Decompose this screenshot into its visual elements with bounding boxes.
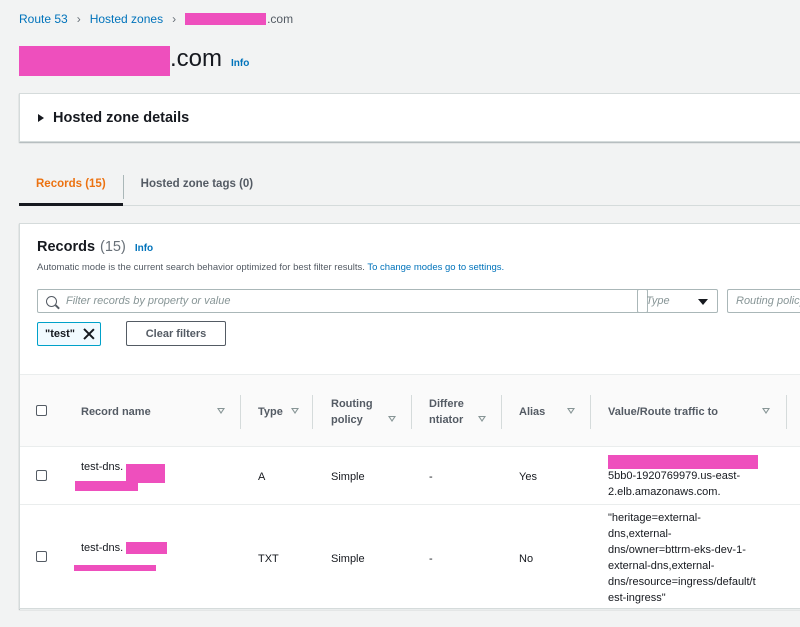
column-divider (312, 395, 313, 429)
breadcrumb-route53-link[interactable]: Route 53 (19, 12, 68, 26)
column-header-differentiator[interactable]: Differe ntiator (429, 375, 464, 448)
caret-right-icon (38, 113, 44, 122)
tabs: Records (15) Hosted zone tags (0) (19, 168, 800, 206)
record-name-cell[interactable]: test-dns. (75, 459, 231, 495)
sort-icon[interactable] (478, 416, 486, 422)
breadcrumb-hosted-zones-link[interactable]: Hosted zones (90, 12, 163, 26)
column-divider (501, 395, 502, 429)
type-select[interactable]: Type (637, 289, 718, 313)
clear-filters-button[interactable]: Clear filters (126, 321, 226, 346)
sort-icon[interactable] (388, 416, 396, 422)
redaction-block (75, 481, 138, 491)
records-header: Records (15) Info (37, 239, 153, 255)
search-field[interactable] (37, 289, 648, 313)
close-icon[interactable] (83, 328, 95, 340)
redaction-block (74, 565, 156, 571)
records-title: Records (37, 239, 96, 255)
info-link[interactable]: Info (135, 243, 153, 254)
change-modes-link[interactable]: To change modes go to settings. (367, 262, 504, 273)
redaction-block (19, 46, 170, 76)
row-checkbox[interactable] (36, 470, 47, 481)
column-header-record-name[interactable]: Record name (81, 375, 151, 448)
records-panel: Records (15) Info Automatic mode is the … (19, 223, 800, 610)
sort-icon[interactable] (762, 408, 770, 414)
records-description: Automatic mode is the current search beh… (37, 262, 505, 273)
search-input[interactable] (66, 295, 626, 307)
caret-down-icon (698, 299, 708, 305)
row-checkbox[interactable] (36, 551, 47, 562)
hosted-zone-details-panel[interactable]: Hosted zone details (19, 93, 800, 142)
type-cell: TXT (258, 553, 279, 565)
search-icon (46, 295, 57, 307)
column-header-value[interactable]: Value/Route traffic to (608, 375, 718, 448)
records-count: (15) (100, 239, 126, 255)
sort-icon[interactable] (567, 408, 575, 414)
sort-icon[interactable] (291, 408, 299, 414)
table-header: Record name Type Routing policy Differe … (20, 374, 800, 447)
differentiator-cell: - (429, 553, 433, 565)
redaction-block (126, 542, 167, 554)
sort-icon[interactable] (217, 408, 225, 414)
info-link[interactable]: Info (231, 58, 249, 69)
column-header-alias[interactable]: Alias (519, 375, 545, 448)
redaction-block (608, 455, 758, 469)
differentiator-cell: - (429, 471, 433, 483)
column-divider (590, 395, 591, 429)
value-cell: 5bb0-1920769979.us-east- 2.elb.amazonaws… (608, 454, 788, 500)
type-cell: A (258, 471, 266, 483)
table-row[interactable]: test-dns. A Simple - Yes 5bb0-1920769979… (20, 447, 800, 505)
routing-cell: Simple (331, 553, 365, 565)
breadcrumb-current-zone: .com (185, 12, 293, 26)
tab-records[interactable]: Records (15) (19, 168, 123, 206)
chevron-right-icon: › (172, 12, 177, 26)
select-all-checkbox[interactable] (36, 405, 47, 416)
column-header-routing-policy[interactable]: Routing policy (331, 375, 373, 448)
column-divider (411, 395, 412, 429)
breadcrumb: Route 53 › Hosted zones › .com (19, 12, 293, 26)
alias-cell: No (519, 553, 534, 565)
value-cell: "heritage=external- dns,external- dns/ow… (608, 512, 756, 604)
routing-cell: Simple (331, 471, 365, 483)
page-title: .com Info (19, 45, 249, 76)
alias-cell: Yes (519, 471, 537, 483)
routing-policy-select[interactable]: Routing policy (727, 289, 800, 313)
table-row[interactable]: test-dns. TXT Simple - No "heritage=exte… (20, 505, 800, 610)
redaction-block (185, 13, 267, 25)
tab-hosted-zone-tags[interactable]: Hosted zone tags (0) (124, 168, 270, 206)
chevron-right-icon: › (76, 12, 81, 26)
column-header-type[interactable]: Type (258, 375, 283, 448)
column-divider (786, 395, 787, 429)
record-name-cell[interactable]: test-dns. (74, 540, 231, 576)
hosted-zone-details-heading: Hosted zone details (53, 109, 190, 126)
column-divider (240, 395, 241, 429)
filter-token: "test" (37, 322, 101, 346)
